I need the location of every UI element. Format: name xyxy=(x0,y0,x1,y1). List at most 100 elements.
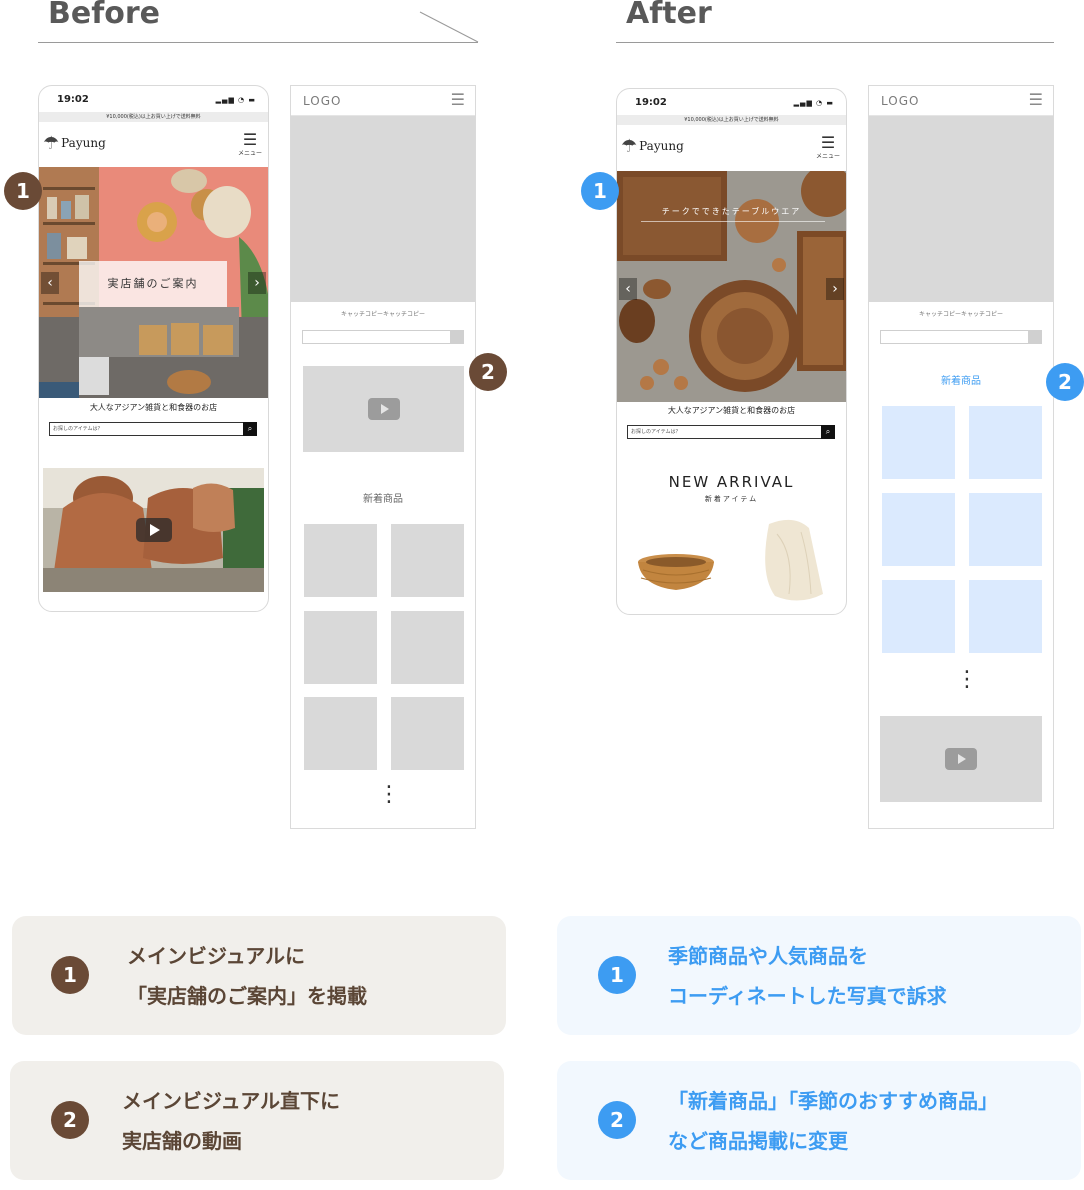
before-wireframe: LOGO ☰ キャッチコピーキャッチコピー 新着商品 ⋮ xyxy=(290,85,476,829)
play-button[interactable] xyxy=(135,518,172,542)
after-note-2: 2 「新着商品」「季節のおすすめ商品」 など商品掲載に変更 xyxy=(557,1061,1081,1180)
wire-hero-placeholder xyxy=(869,116,1053,302)
brand-name: Payung xyxy=(61,136,106,150)
after-note-1: 1 季節商品や人気商品を コーディネートした写真で訴求 xyxy=(557,916,1081,1035)
note-badge: 2 xyxy=(51,1101,89,1139)
hamburger-icon: ☰ xyxy=(1028,90,1043,109)
status-time: 19:02 xyxy=(635,97,667,108)
hero-next-button[interactable]: › xyxy=(248,271,266,294)
caption-underline xyxy=(641,221,825,222)
wire-section-title: 新着商品 xyxy=(363,494,403,505)
basket-image xyxy=(638,554,714,590)
note-line: メインビジュアルに xyxy=(127,944,305,968)
callout-badge-2: 2 xyxy=(469,353,507,391)
wire-video-placeholder xyxy=(880,716,1042,802)
wire-product-tile xyxy=(304,524,377,597)
scarf-image xyxy=(765,519,823,601)
wire-search xyxy=(880,330,1042,344)
before-note-2: 2 メインビジュアル直下に 実店舗の動画 xyxy=(10,1061,504,1180)
hero-caption: 実店舗のご案内 xyxy=(79,261,227,307)
shop-tagline: 大人なアジアン雑貨と和食器のお店 xyxy=(667,406,796,415)
hamburger-icon: ☰ xyxy=(242,130,258,149)
brand-name: Payung xyxy=(639,139,684,153)
note-line: 「新着商品」「季節のおすすめ商品」 xyxy=(668,1089,998,1113)
hero-prev-button[interactable]: ‹ xyxy=(41,271,59,294)
after-divider xyxy=(616,42,1054,43)
menu-label: メニュー xyxy=(816,153,841,160)
hero-visual[interactable]: チークでできたテーブルウエア ‹ › xyxy=(617,171,846,402)
wire-product-tile xyxy=(969,493,1042,566)
wire-search xyxy=(302,330,464,344)
hero-caption: チークでできたテーブルウエア xyxy=(661,207,802,216)
before-phone-mockup: 19:02 ▂▄▆ ◔ ▬ ¥10,000(税込)以上お買い上げで送料無料 ☂ … xyxy=(38,85,269,612)
search-placeholder: お探しのアイテムは？ xyxy=(631,429,681,435)
chevron-right-icon: › xyxy=(832,280,838,297)
product-scarf[interactable] xyxy=(739,514,835,609)
wire-section-title: 新着商品 xyxy=(941,376,981,387)
note-line: メインビジュアル直下に xyxy=(122,1089,340,1113)
wire-header: LOGO ☰ xyxy=(291,86,475,116)
search-input[interactable]: お探しのアイテムは？ ⌕ xyxy=(627,425,835,439)
product-basket[interactable] xyxy=(631,514,721,604)
brand-logo[interactable]: ☂ Payung xyxy=(43,130,106,156)
more-indicator: ⋮ xyxy=(956,667,978,692)
search-icon xyxy=(450,330,464,344)
brand-logo[interactable]: ☂ Payung xyxy=(621,133,684,159)
status-bar: 19:02 ▂▄▆ ◔ ▬ xyxy=(617,89,846,115)
wire-catchcopy: キャッチコピーキャッチコピー xyxy=(340,311,425,318)
search-placeholder: お探しのアイテムは？ xyxy=(53,426,103,432)
wire-header: LOGO ☰ xyxy=(869,86,1053,116)
play-icon xyxy=(367,398,400,420)
search-input[interactable]: お探しのアイテムは？ ⌕ xyxy=(49,422,257,436)
menu-button[interactable]: ☰ メニュー xyxy=(238,130,263,158)
status-time: 19:02 xyxy=(57,94,89,105)
wire-product-tile xyxy=(969,406,1042,479)
before-note-1: 1 メインビジュアルに 「実店舗のご案内」を掲載 xyxy=(12,916,506,1035)
wire-product-tile xyxy=(391,611,464,684)
shop-video[interactable] xyxy=(43,468,264,592)
divider-slash xyxy=(419,11,479,43)
wire-product-tile xyxy=(304,697,377,770)
wire-logo: LOGO xyxy=(881,94,920,108)
new-arrival-subtitle: 新着アイテム xyxy=(704,495,759,503)
note-line: 季節商品や人気商品を xyxy=(668,944,868,968)
search-icon[interactable]: ⌕ xyxy=(821,425,835,439)
note-line: コーディネートした写真で訴求 xyxy=(668,984,947,1008)
after-title: After xyxy=(626,0,712,31)
wire-product-tile xyxy=(882,406,955,479)
shipping-notice: ¥10,000(税込)以上お買い上げで送料無料 xyxy=(39,112,268,122)
note-badge: 1 xyxy=(51,956,89,994)
menu-button[interactable]: ☰ メニュー xyxy=(816,133,841,161)
wire-video-placeholder xyxy=(303,366,464,452)
before-divider xyxy=(38,42,478,43)
hero-next-button[interactable]: › xyxy=(826,277,844,300)
callout-badge-1: 1 xyxy=(581,172,619,210)
callout-badge-2: 2 xyxy=(1046,363,1084,401)
callout-badge-1: 1 xyxy=(4,172,42,210)
status-icons: ▂▄▆ ◔ ▬ xyxy=(793,99,834,107)
hamburger-icon: ☰ xyxy=(820,133,836,152)
chevron-left-icon: ‹ xyxy=(625,280,631,297)
wire-product-tile xyxy=(882,580,955,653)
note-line: など商品掲載に変更 xyxy=(668,1129,848,1153)
hero-prev-button[interactable]: ‹ xyxy=(619,277,637,300)
hamburger-icon: ☰ xyxy=(450,90,465,109)
hero-visual[interactable]: 実店舗のご案内 ‹ › xyxy=(39,167,268,398)
wire-logo: LOGO xyxy=(303,94,342,108)
more-indicator: ⋮ xyxy=(378,782,400,807)
search-icon[interactable]: ⌕ xyxy=(243,422,257,436)
wire-hero-placeholder xyxy=(291,116,475,302)
note-line: 実店舗の動画 xyxy=(122,1129,242,1153)
chevron-right-icon: › xyxy=(254,274,260,291)
wire-product-tile xyxy=(391,697,464,770)
before-title: Before xyxy=(48,0,161,31)
note-badge: 1 xyxy=(598,956,636,994)
menu-label: メニュー xyxy=(238,150,263,157)
chevron-left-icon: ‹ xyxy=(47,274,53,291)
play-icon xyxy=(945,748,977,770)
after-wireframe: LOGO ☰ キャッチコピーキャッチコピー 新着商品 ⋮ xyxy=(868,85,1054,829)
note-line: 「実店舗のご案内」を掲載 xyxy=(127,984,367,1008)
status-bar: 19:02 ▂▄▆ ◔ ▬ xyxy=(39,86,268,112)
status-icons: ▂▄▆ ◔ ▬ xyxy=(215,96,256,104)
wire-product-tile xyxy=(969,580,1042,653)
